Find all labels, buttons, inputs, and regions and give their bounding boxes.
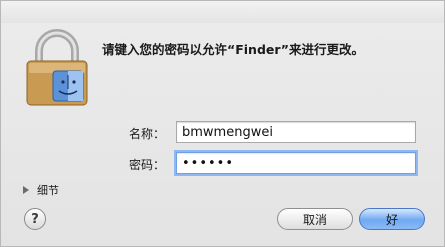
password-field[interactable] <box>176 152 416 174</box>
authentication-dialog: 请键入您的密码以允许“Finder”来进行更改。 名称： 密码： 细节 ? 取消… <box>0 0 445 247</box>
prompt-message: 请键入您的密码以允许“Finder”来进行更改。 <box>102 42 364 57</box>
lock-icon <box>23 27 91 109</box>
name-field[interactable] <box>176 121 416 143</box>
details-disclosure[interactable]: 细节 <box>23 182 59 198</box>
name-label: 名称： <box>128 127 165 141</box>
finder-icon <box>52 70 84 102</box>
help-button[interactable]: ? <box>24 208 46 230</box>
title-bar <box>1 1 444 23</box>
cancel-button[interactable]: 取消 <box>277 208 353 230</box>
details-label: 细节 <box>37 184 59 197</box>
disclosure-triangle-icon[interactable] <box>23 186 29 194</box>
ok-button[interactable]: 好 <box>359 208 425 230</box>
password-label: 密码： <box>128 158 165 172</box>
